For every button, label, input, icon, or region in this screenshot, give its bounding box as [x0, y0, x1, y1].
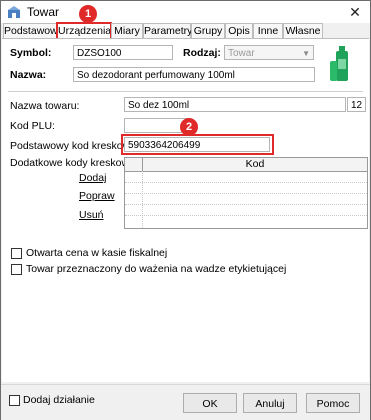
- grid-header-kod: Kod: [245, 158, 265, 170]
- product-box-icon: [8, 6, 20, 18]
- rodzaj-label: Rodzaj:: [183, 47, 221, 59]
- nazwa-towaru-field[interactable]: So dez 100ml: [124, 97, 346, 112]
- otwarta-cena-label: Otwarta cena w kasie fiskalnej: [26, 247, 168, 259]
- tab-miary[interactable]: Miary: [111, 23, 143, 38]
- tab-inne[interactable]: Inne: [253, 23, 283, 38]
- kod-kreskowy-label: Podstawowy kod kreskowy:: [10, 140, 139, 152]
- pomoc-button[interactable]: Pomoc: [306, 393, 360, 413]
- nazwa-towaru-counter: 12: [347, 97, 366, 112]
- dodaj-dzialanie-checkbox[interactable]: [9, 395, 20, 406]
- grid-column-divider: [142, 171, 144, 228]
- tab-podstawowe[interactable]: Podstawowe: [3, 23, 64, 38]
- rodzaj-value: Towar: [228, 48, 255, 59]
- tab-opis[interactable]: Opis: [225, 23, 253, 38]
- tab-wlasne[interactable]: Własne: [283, 23, 323, 38]
- grid-header-index: [125, 158, 143, 171]
- title-bar: Towar ✕: [1, 1, 370, 23]
- grid-row-line: [125, 215, 367, 217]
- symbol-field[interactable]: DZSO100: [73, 45, 173, 60]
- section-divider: [8, 91, 363, 92]
- dodaj-dzialanie-label: Dodaj działanie: [23, 394, 95, 406]
- otwarta-cena-checkbox[interactable]: [11, 248, 22, 259]
- przeznaczony-label: Towar przeznaczony do ważenia na wadze e…: [26, 263, 287, 275]
- grid-row-line: [125, 193, 367, 195]
- dodatkowe-kody-label: Dodatkowe kody kreskowe:: [10, 157, 138, 169]
- grid-row-line: [125, 204, 367, 206]
- dialog-footer: Dodaj działanie OK Anuluj Pomoc: [1, 384, 370, 420]
- nazwa-label: Nazwa:: [10, 69, 47, 81]
- towar-window: Towar ✕ Podstawowe Urządzenia Miary Para…: [0, 0, 371, 420]
- chevron-down-icon: ▼: [302, 49, 310, 58]
- tab-grupy[interactable]: Grupy: [191, 23, 225, 38]
- popraw-link[interactable]: Popraw: [79, 190, 115, 202]
- nazwa-field[interactable]: So dezodorant perfumowany 100ml: [73, 67, 315, 82]
- usun-link[interactable]: Usuń: [79, 209, 104, 221]
- grid-header: Kod: [125, 158, 367, 172]
- window-title: Towar: [27, 5, 60, 19]
- przeznaczony-checkbox[interactable]: [11, 264, 22, 275]
- ok-button[interactable]: OK: [183, 393, 237, 413]
- dodaj-link[interactable]: Dodaj: [79, 172, 106, 184]
- kod-kreskowy-highlight: [121, 134, 274, 155]
- kod-plu-label: Kod PLU:: [10, 120, 55, 132]
- product-image-icon: [330, 46, 348, 81]
- tab-urzadzenia[interactable]: Urządzenia: [56, 22, 112, 40]
- anuluj-button[interactable]: Anuluj: [243, 393, 297, 413]
- close-button[interactable]: ✕: [346, 3, 364, 21]
- grid-row-line: [125, 182, 367, 184]
- tab-panel: Symbol: DZSO100 Rodzaj: Towar ▼ Nazwa: S…: [2, 38, 369, 382]
- rodzaj-select[interactable]: Towar ▼: [224, 45, 314, 60]
- dodatkowe-kody-grid[interactable]: Kod: [124, 157, 368, 229]
- symbol-label: Symbol:: [10, 47, 52, 59]
- tab-parametry[interactable]: Parametry: [143, 23, 192, 38]
- annotation-badge-1: 1: [79, 5, 97, 23]
- nazwa-towaru-label: Nazwa towaru:: [10, 100, 80, 112]
